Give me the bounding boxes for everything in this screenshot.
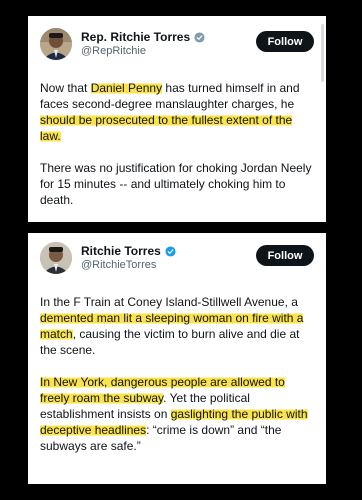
- tweet-paragraph: In New York, dangerous people are allowe…: [40, 374, 314, 454]
- handle[interactable]: @RitchieTorres: [81, 258, 176, 272]
- avatar[interactable]: [40, 242, 72, 274]
- display-name[interactable]: Ritchie Torres: [81, 244, 161, 258]
- follow-button[interactable]: Follow: [256, 245, 314, 266]
- tweet-paragraph: There was no justification for choking J…: [40, 161, 312, 207]
- tweet-author: Ritchie Torres @RitchieTorres: [81, 242, 176, 272]
- tweet-card-rep-ritchie: Rep. Ritchie Torres @RepRitchie Follow N…: [28, 16, 326, 222]
- avatar[interactable]: [40, 28, 72, 60]
- tweet-paragraph: In the F Train at Coney Island-Stillwell…: [40, 294, 314, 358]
- follow-button[interactable]: Follow: [256, 31, 314, 52]
- scrollbar[interactable]: [321, 24, 324, 82]
- handle[interactable]: @RepRitchie: [81, 44, 205, 58]
- text-span: Now that: [40, 81, 91, 95]
- tweet-paragraph: Now that Daniel Penny has turned himself…: [40, 80, 314, 144]
- tweet-author: Rep. Ritchie Torres @RepRitchie: [81, 28, 205, 58]
- display-name[interactable]: Rep. Ritchie Torres: [81, 30, 190, 44]
- tweet-text: Now that Daniel Penny has turned himself…: [40, 80, 314, 208]
- tweet-text: In the F Train at Coney Island-Stillwell…: [40, 294, 314, 454]
- tweet-header: Rep. Ritchie Torres @RepRitchie Follow: [40, 28, 314, 64]
- tweet-header: Ritchie Torres @RitchieTorres Follow: [40, 242, 314, 278]
- text-span: , causing the victim to burn alive and d…: [40, 327, 300, 357]
- highlighted-text: Daniel Penny: [90, 81, 163, 95]
- verified-badge-icon: [165, 245, 176, 257]
- text-span: In the F Train at Coney Island-Stillwell…: [40, 295, 298, 309]
- verified-badge-icon: [194, 31, 205, 43]
- highlighted-text: should be prosecuted to the fullest exte…: [40, 113, 293, 143]
- tweet-card-ritchie-torres: Ritchie Torres @RitchieTorres Follow In …: [28, 233, 326, 484]
